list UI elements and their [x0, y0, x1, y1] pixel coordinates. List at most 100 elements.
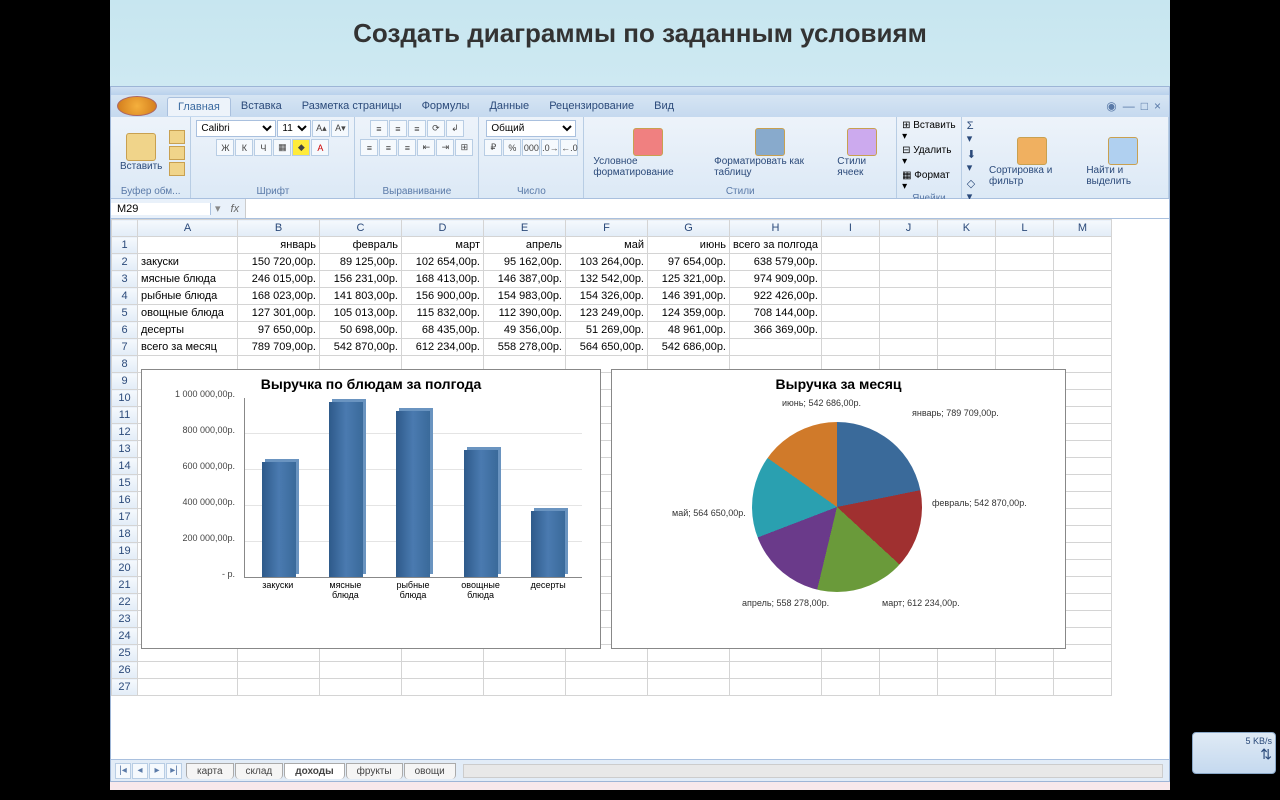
cell[interactable]: 974 909,00р. — [730, 271, 822, 288]
tab-view[interactable]: Вид — [644, 97, 684, 115]
percent-icon[interactable]: % — [503, 139, 521, 156]
cell[interactable]: июнь — [648, 237, 730, 254]
cell[interactable]: 564 650,00р. — [566, 339, 648, 356]
cell[interactable] — [821, 339, 879, 356]
cell[interactable]: март — [402, 237, 484, 254]
currency-icon[interactable]: ₽ — [484, 139, 502, 156]
sheet-tab[interactable]: доходы — [284, 763, 344, 779]
align-mid-icon[interactable]: ≡ — [389, 120, 407, 137]
cell[interactable]: 156 900,00р. — [402, 288, 484, 305]
cell[interactable]: май — [566, 237, 648, 254]
cell[interactable]: 789 709,00р. — [238, 339, 320, 356]
row-header[interactable]: 18 — [112, 526, 138, 543]
row-header[interactable]: 9 — [112, 373, 138, 390]
row-header[interactable]: 1 — [112, 237, 138, 254]
cell[interactable] — [879, 271, 937, 288]
cell[interactable] — [995, 271, 1053, 288]
cell[interactable]: рыбные блюда — [138, 288, 238, 305]
row-header[interactable]: 14 — [112, 458, 138, 475]
number-format-select[interactable]: Общий — [486, 120, 576, 137]
bar-chart[interactable]: Выручка по блюдам за полгода - р.200 000… — [141, 369, 601, 649]
tab-pagelayout[interactable]: Разметка страницы — [292, 97, 412, 115]
row-header[interactable]: 7 — [112, 339, 138, 356]
cell[interactable] — [995, 322, 1053, 339]
cell[interactable] — [879, 237, 937, 254]
office-button[interactable] — [117, 96, 157, 116]
cell[interactable] — [138, 662, 238, 679]
row-header[interactable]: 4 — [112, 288, 138, 305]
cell[interactable]: 97 650,00р. — [238, 322, 320, 339]
sheet-nav-next-icon[interactable]: ▸ — [149, 763, 165, 779]
paste-button[interactable]: Вставить — [116, 131, 166, 174]
cell[interactable]: 150 720,00р. — [238, 254, 320, 271]
tab-data[interactable]: Данные — [479, 97, 539, 115]
cell[interactable] — [995, 305, 1053, 322]
col-header[interactable]: J — [879, 220, 937, 237]
cell[interactable] — [648, 679, 730, 696]
row-header[interactable]: 12 — [112, 424, 138, 441]
row-header[interactable]: 24 — [112, 628, 138, 645]
row-header[interactable]: 11 — [112, 407, 138, 424]
fx-icon[interactable]: fx — [225, 203, 246, 215]
format-painter-icon[interactable] — [169, 162, 185, 176]
indent-dec-icon[interactable]: ⇤ — [417, 139, 435, 156]
cell[interactable] — [995, 288, 1053, 305]
cell[interactable]: апрель — [484, 237, 566, 254]
row-header[interactable]: 3 — [112, 271, 138, 288]
cell[interactable]: десерты — [138, 322, 238, 339]
cell[interactable] — [1053, 679, 1111, 696]
cell[interactable]: 50 698,00р. — [320, 322, 402, 339]
col-header[interactable]: C — [320, 220, 402, 237]
cell[interactable]: 68 435,00р. — [402, 322, 484, 339]
cell[interactable] — [821, 322, 879, 339]
horizontal-scrollbar[interactable] — [463, 764, 1163, 778]
cell[interactable] — [879, 288, 937, 305]
cell[interactable]: 105 013,00р. — [320, 305, 402, 322]
row-header[interactable]: 16 — [112, 492, 138, 509]
cell[interactable]: 542 686,00р. — [648, 339, 730, 356]
namebox-dropdown-icon[interactable]: ▾ — [211, 202, 225, 215]
row-header[interactable]: 26 — [112, 662, 138, 679]
align-top-icon[interactable]: ≡ — [370, 120, 388, 137]
cell[interactable]: 103 264,00р. — [566, 254, 648, 271]
cell[interactable] — [821, 271, 879, 288]
cell[interactable] — [937, 305, 995, 322]
cell[interactable]: 146 387,00р. — [484, 271, 566, 288]
row-header[interactable]: 17 — [112, 509, 138, 526]
align-left-icon[interactable]: ≡ — [360, 139, 378, 156]
cell[interactable]: всего за месяц — [138, 339, 238, 356]
cell[interactable] — [937, 237, 995, 254]
sheet-tab[interactable]: склад — [235, 763, 284, 779]
col-header[interactable]: M — [1053, 220, 1111, 237]
row-header[interactable]: 6 — [112, 322, 138, 339]
col-header[interactable]: L — [995, 220, 1053, 237]
sort-filter-button[interactable]: Сортировка и фильтр — [985, 135, 1079, 189]
cell[interactable] — [821, 662, 879, 679]
inc-decimal-icon[interactable]: .0→ — [541, 139, 559, 156]
col-header[interactable]: E — [484, 220, 566, 237]
insert-cells-button[interactable]: ⊞ Вставить ▾ — [902, 120, 956, 142]
cell[interactable]: 127 301,00р. — [238, 305, 320, 322]
row-header[interactable]: 2 — [112, 254, 138, 271]
cell[interactable]: 49 356,00р. — [484, 322, 566, 339]
cell[interactable] — [879, 254, 937, 271]
conditional-formatting-button[interactable]: Условное форматирование — [589, 126, 707, 180]
dec-decimal-icon[interactable]: ←.0 — [560, 139, 578, 156]
col-header[interactable]: H — [730, 220, 822, 237]
cell[interactable]: мясные блюда — [138, 271, 238, 288]
cell[interactable]: 123 249,00р. — [566, 305, 648, 322]
cell[interactable]: 168 413,00р. — [402, 271, 484, 288]
cell[interactable] — [995, 662, 1053, 679]
cell[interactable] — [879, 305, 937, 322]
cell[interactable] — [1053, 339, 1111, 356]
cell[interactable]: 156 231,00р. — [320, 271, 402, 288]
cell[interactable]: 146 391,00р. — [648, 288, 730, 305]
cell[interactable] — [730, 679, 822, 696]
row-header[interactable]: 10 — [112, 390, 138, 407]
orientation-icon[interactable]: ⟳ — [427, 120, 445, 137]
cell[interactable] — [821, 237, 879, 254]
font-size-select[interactable]: 11 — [277, 120, 311, 137]
cell[interactable]: 97 654,00р. — [648, 254, 730, 271]
cell[interactable]: январь — [238, 237, 320, 254]
cell[interactable] — [879, 339, 937, 356]
